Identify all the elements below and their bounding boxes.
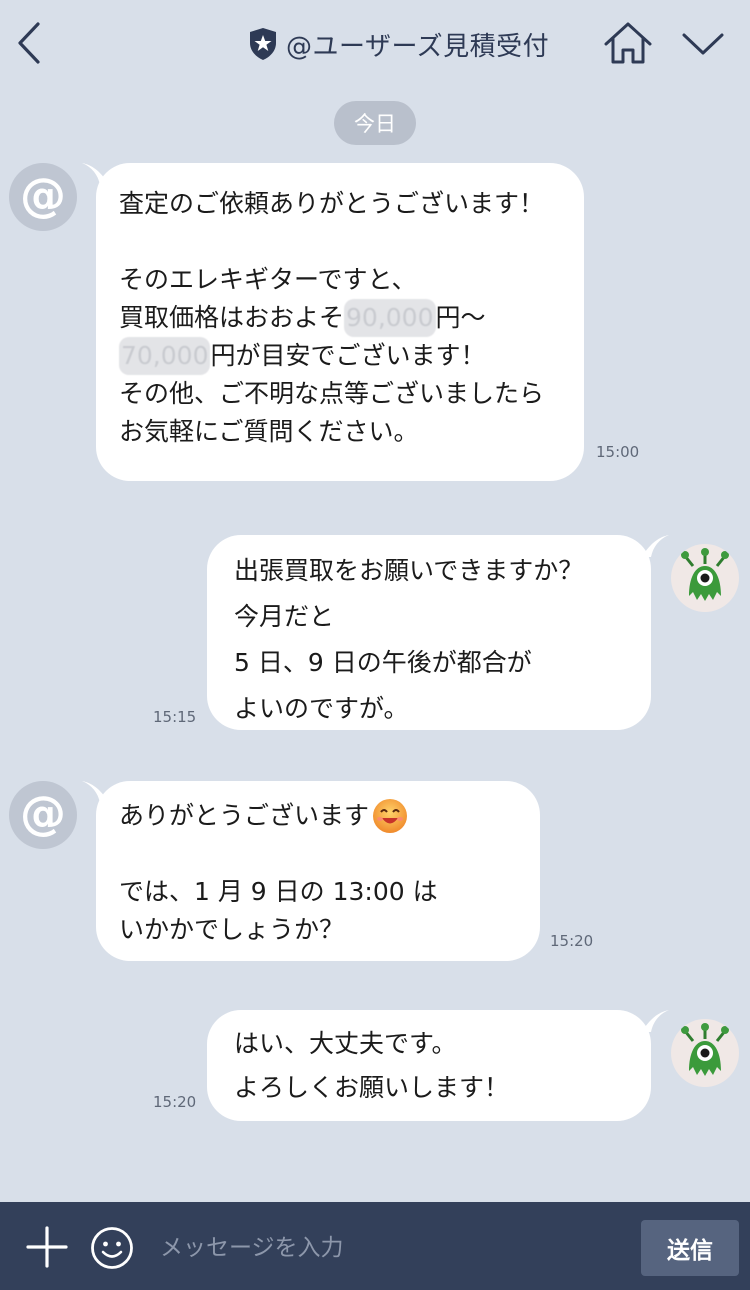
at-sign-icon: @ (20, 168, 66, 222)
blurred-price: 90,000 (344, 299, 436, 337)
avatar[interactable] (671, 1019, 739, 1087)
message-timestamp: 15:15 (153, 708, 197, 726)
chevron-left-icon (18, 22, 40, 64)
menu-toggle-button[interactable] (676, 22, 730, 66)
blurred-price: 70,000 (119, 337, 211, 375)
home-button[interactable] (600, 18, 656, 68)
message-line: その他、ご不明な点等ございましたら (119, 379, 545, 408)
plus-icon (26, 1226, 68, 1268)
message-line: 出張買取をお願いできますか？ (234, 556, 584, 585)
message-line (119, 835, 540, 873)
message-line: お気軽にご質問ください。 (119, 417, 419, 446)
smiling-face-emoji (373, 799, 408, 833)
alien-avatar-icon (681, 1023, 729, 1076)
shield-star-icon (250, 28, 276, 60)
message-line: そのエレキギターですと、 (119, 265, 417, 294)
add-attachment-button[interactable] (24, 1224, 70, 1270)
message-line: よろしくお願いします！ (234, 1073, 510, 1102)
message-line (119, 223, 584, 261)
date-separator: 今日 (334, 101, 416, 145)
home-icon (604, 22, 652, 64)
chat-title: @ユーザーズ見積受付 (248, 22, 549, 66)
message-text: 円〜 (435, 303, 486, 332)
message-bubble[interactable]: 査定のご依頼ありがとうございます！ そのエレキギターですと、 買取価格はおおよそ… (96, 163, 584, 481)
message-line: 70,000円が目安でございます！ (119, 337, 584, 375)
message-input[interactable] (158, 1222, 622, 1274)
message-line: いかかでしょうか？ (119, 915, 345, 944)
send-button[interactable]: 送信 (641, 1220, 739, 1276)
chat-header: @ユーザーズ見積受付 (0, 0, 750, 88)
message-text: 買取価格はおおよそ (119, 303, 345, 332)
message-bubble[interactable]: はい、大丈夫です。 よろしくお願いします！ (207, 1010, 651, 1121)
message-line: 査定のご依頼ありがとうございます！ (119, 189, 545, 218)
at-sign-icon: @ (20, 786, 66, 840)
avatar[interactable]: @ (9, 781, 77, 849)
message-line: では、1 月 9 日の 13:00 は (119, 877, 438, 906)
message-text: ありがとうございます (119, 801, 370, 830)
message-line: はい、大丈夫です。 (234, 1029, 457, 1058)
message-bubble[interactable]: 出張買取をお願いできますか？ 今月だと 5 日、9 日の午後が都合が よいのです… (207, 535, 651, 730)
message-line: よいのですが。 (234, 694, 409, 723)
avatar[interactable] (671, 544, 739, 612)
message-bubble[interactable]: ありがとうございます では、1 月 9 日の 13:00 は いかかでしょうか？ (96, 781, 540, 961)
message-line: ありがとうございます (119, 797, 540, 835)
message-input-bar (0, 1202, 750, 1290)
back-button[interactable] (8, 18, 52, 68)
message-line: 買取価格はおおよそ90,000円〜 (119, 299, 584, 337)
avatar[interactable]: @ (9, 163, 77, 231)
message-timestamp: 15:20 (153, 1093, 197, 1111)
message-text: 円が目安でございます！ (210, 341, 486, 370)
message-timestamp: 15:20 (550, 932, 594, 950)
alien-avatar-icon (681, 548, 729, 601)
message-line: 今月だと (234, 602, 335, 631)
smiley-icon (91, 1227, 133, 1269)
chat-title-text: @ユーザーズ見積受付 (286, 31, 550, 62)
chevron-down-icon (682, 33, 724, 55)
message-timestamp: 15:00 (596, 443, 640, 461)
message-line: 5 日、9 日の午後が都合が (234, 648, 532, 677)
emoji-button[interactable] (90, 1226, 134, 1270)
